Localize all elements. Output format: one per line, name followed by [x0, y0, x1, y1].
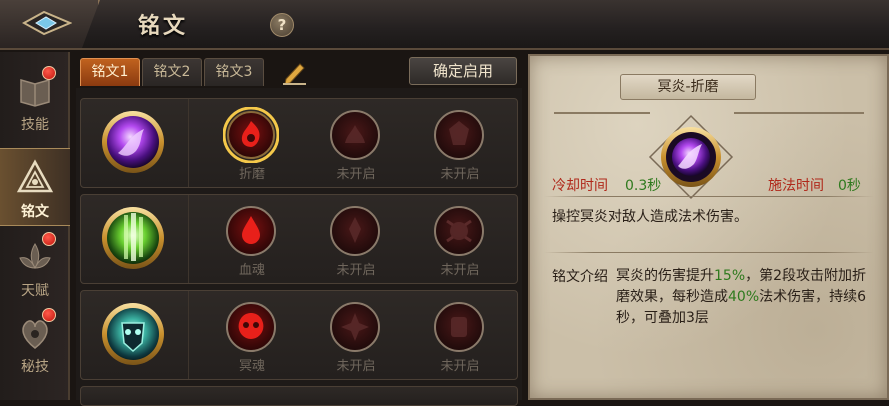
confirm-enable-button[interactable]: 确定启用: [409, 57, 517, 85]
locked-rune-icon: [434, 110, 484, 160]
rune-detail-panel: 冥炎-折磨 冷却时间 0.3秒 施法时间 0秒 操控冥炎对敌人造成法术伤害。 铭…: [528, 54, 889, 400]
cooldown-value: 0.3秒: [625, 178, 662, 194]
sidebar-item-talents[interactable]: 天赋: [0, 228, 70, 306]
help-button[interactable]: ?: [270, 13, 294, 37]
rune-slot[interactable]: 未开启: [425, 201, 495, 283]
rune-slot-label: 未开启: [440, 167, 480, 182]
locked-rune-icon: [330, 110, 380, 160]
rune-slot[interactable]: 未开启: [425, 105, 495, 187]
rune-slot-label: 未开启: [440, 359, 480, 374]
locked-rune-icon: [434, 302, 484, 352]
intro-text-part: 冥炎的伤害提升: [616, 268, 714, 284]
rune-row: [80, 386, 518, 406]
cooldown-label: 冷却时间: [552, 178, 608, 194]
cast-time-label: 施法时间: [768, 178, 824, 194]
skill-cell: [81, 99, 189, 187]
locked-rune-icon: [330, 206, 380, 256]
blood-soul-rune-icon: [226, 206, 276, 256]
rune-slot[interactable]: 未开启: [321, 201, 391, 283]
sidebar-item-label: 天赋: [21, 283, 49, 299]
nether-soul-rune-icon: [226, 302, 276, 352]
rune-detail-title: 冥炎-折磨: [620, 74, 756, 100]
rune-slot-label: 血魂: [238, 263, 265, 278]
rune-slot-label: 未开启: [336, 359, 376, 374]
locked-rune-icon: [330, 302, 380, 352]
rune-slot-label: 未开启: [336, 167, 376, 182]
intro-highlight-value: 40%: [728, 289, 760, 305]
dark-flame-skill-icon[interactable]: [100, 109, 166, 175]
green-pillar-skill-icon[interactable]: [100, 205, 166, 271]
skill-cell: [81, 291, 189, 379]
edit-pencil-icon[interactable]: [280, 59, 308, 85]
divider: [544, 196, 874, 197]
locked-rune-icon: [434, 206, 484, 256]
undead-warrior-skill-icon[interactable]: [100, 301, 166, 367]
sidebar-item-label: 秘技: [21, 359, 49, 375]
ornament-line: [554, 112, 650, 114]
top-bar: 铭文 ?: [0, 0, 889, 50]
rune-row: 血魂 未开启 未开启: [80, 194, 518, 284]
rune-slot[interactable]: 血魂: [217, 201, 287, 283]
notification-badge: [42, 308, 56, 322]
rune-slot-label: 未开启: [336, 263, 376, 278]
tab-rune-1[interactable]: 铭文1: [80, 58, 140, 86]
rune-slot[interactable]: 未开启: [321, 297, 391, 379]
rune-slot-label: 折磨: [238, 167, 265, 182]
skill-description: 操控冥炎对敌人造成法术伤害。: [552, 209, 748, 225]
notification-badge: [42, 66, 56, 80]
tab-rune-3[interactable]: 铭文3: [204, 58, 264, 86]
back-button[interactable]: [0, 0, 100, 48]
notification-badge: [42, 232, 56, 246]
skill-cell: [81, 195, 189, 283]
sidebar-item-skills[interactable]: 技能: [0, 62, 70, 140]
rune-slot[interactable]: 未开启: [425, 297, 495, 379]
rune-triangle-icon: [16, 159, 54, 193]
torment-rune-icon: [223, 107, 279, 163]
sidebar-item-secret-arts[interactable]: 秘技: [0, 304, 70, 382]
rune-intro-text: 冥炎的伤害提升15%，第2段攻击附加折磨效果，每秒造成40%法术伤害，持续6秒，…: [616, 266, 878, 329]
ornament-line: [734, 112, 864, 114]
rune-intro-label: 铭文介绍: [552, 269, 608, 285]
back-arrow-icon: [22, 10, 72, 36]
rune-slot[interactable]: 折磨: [217, 105, 287, 187]
sidebar-item-label: 铭文: [21, 204, 49, 220]
page-title: 铭文: [138, 14, 189, 39]
sidebar-item-label: 技能: [21, 117, 49, 133]
rune-slot-label: 冥魂: [238, 359, 265, 374]
rune-slot-label: 未开启: [440, 263, 480, 278]
rune-row: 折磨 未开启 未开启: [80, 98, 518, 188]
rune-slot[interactable]: 未开启: [321, 105, 391, 187]
cast-time-value: 0秒: [838, 178, 861, 194]
rune-row: 冥魂 未开启 未开启: [80, 290, 518, 380]
intro-highlight-value: 15%: [714, 268, 746, 284]
rune-slot[interactable]: 冥魂: [217, 297, 287, 379]
divider: [544, 252, 874, 253]
sidebar-item-runes[interactable]: 铭文: [0, 148, 70, 226]
tab-rune-2[interactable]: 铭文2: [142, 58, 202, 86]
